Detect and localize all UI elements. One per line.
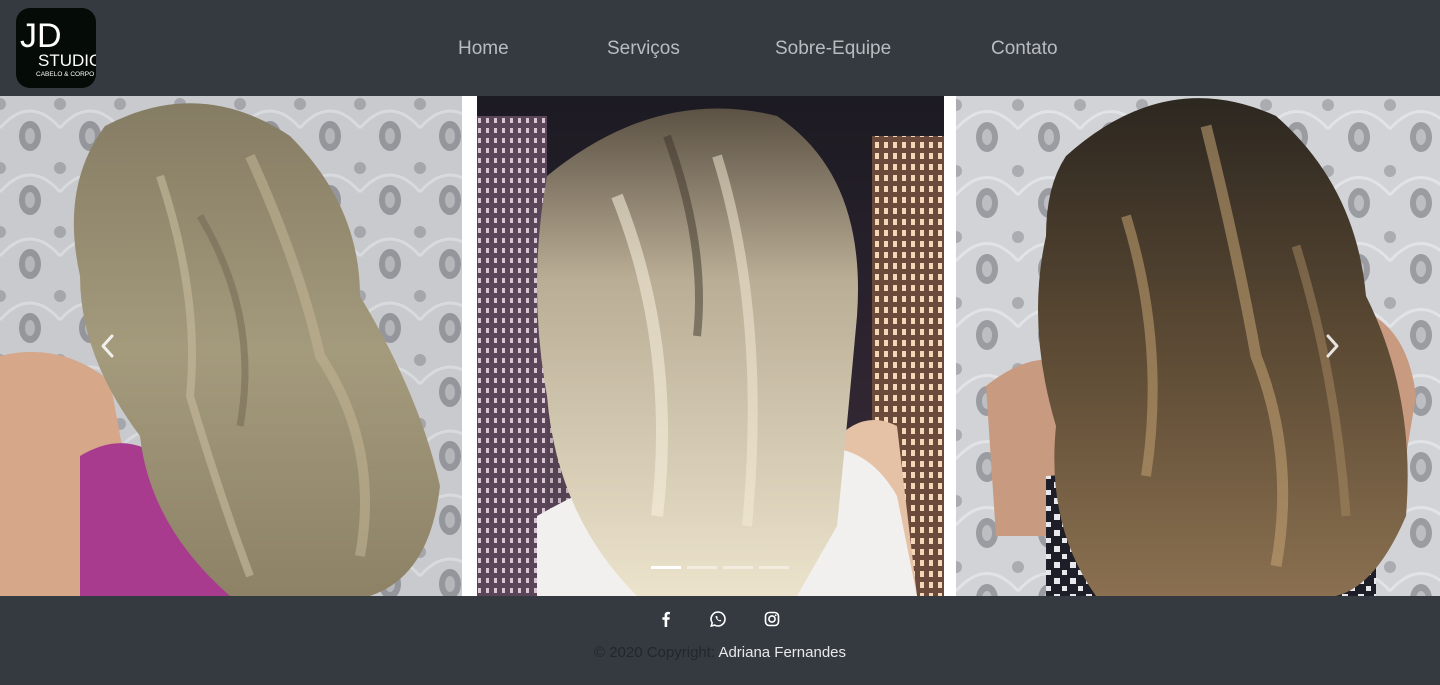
carousel-indicator-1[interactable] — [651, 566, 681, 569]
instagram-icon — [764, 611, 780, 627]
whatsapp-icon — [710, 611, 726, 628]
carousel-photo-right — [956, 96, 1440, 596]
copyright-text: © 2020 Copyright: — [593, 644, 716, 661]
nav-contato[interactable]: Contato — [991, 37, 1058, 61]
carousel-indicators — [651, 566, 789, 570]
carousel-prev-button[interactable] — [96, 332, 120, 360]
top-navbar: JD STUDIO CABELO & CORPO Home Serviços S… — [0, 0, 1440, 96]
nav-sobre-equipe[interactable]: Sobre-Equipe — [775, 37, 891, 61]
logo-tagline: CABELO & CORPO — [36, 71, 94, 78]
carousel-photo-left — [0, 96, 462, 596]
copyright-line: © 2020 Copyright: Adriana Fernandes — [0, 644, 1440, 662]
nav-home[interactable]: Home — [458, 37, 509, 61]
whatsapp-link[interactable] — [708, 609, 728, 629]
site-footer: © 2020 Copyright: Adriana Fernandes — [0, 596, 1440, 685]
carousel-indicator-4[interactable] — [759, 566, 789, 569]
carousel-indicator-3[interactable] — [723, 566, 753, 569]
nav-servicos[interactable]: Serviços — [607, 37, 680, 61]
instagram-link[interactable] — [762, 609, 782, 629]
copyright-author-link[interactable]: Adriana Fernandes — [718, 644, 846, 661]
carousel-next-button[interactable] — [1320, 332, 1344, 360]
facebook-icon — [662, 611, 670, 627]
logo-word: STUDIO — [38, 51, 96, 70]
chevron-right-icon — [1326, 334, 1339, 358]
chevron-left-icon — [101, 334, 114, 358]
logo-mark: JD STUDIO CABELO & CORPO — [20, 17, 96, 78]
logo-letters: JD — [20, 17, 62, 55]
carousel-photo-center — [477, 96, 944, 596]
hair-carousel — [0, 96, 1440, 596]
facebook-link[interactable] — [656, 609, 676, 629]
studio-logo[interactable]: JD STUDIO CABELO & CORPO — [16, 8, 96, 88]
carousel-indicator-2[interactable] — [687, 566, 717, 569]
